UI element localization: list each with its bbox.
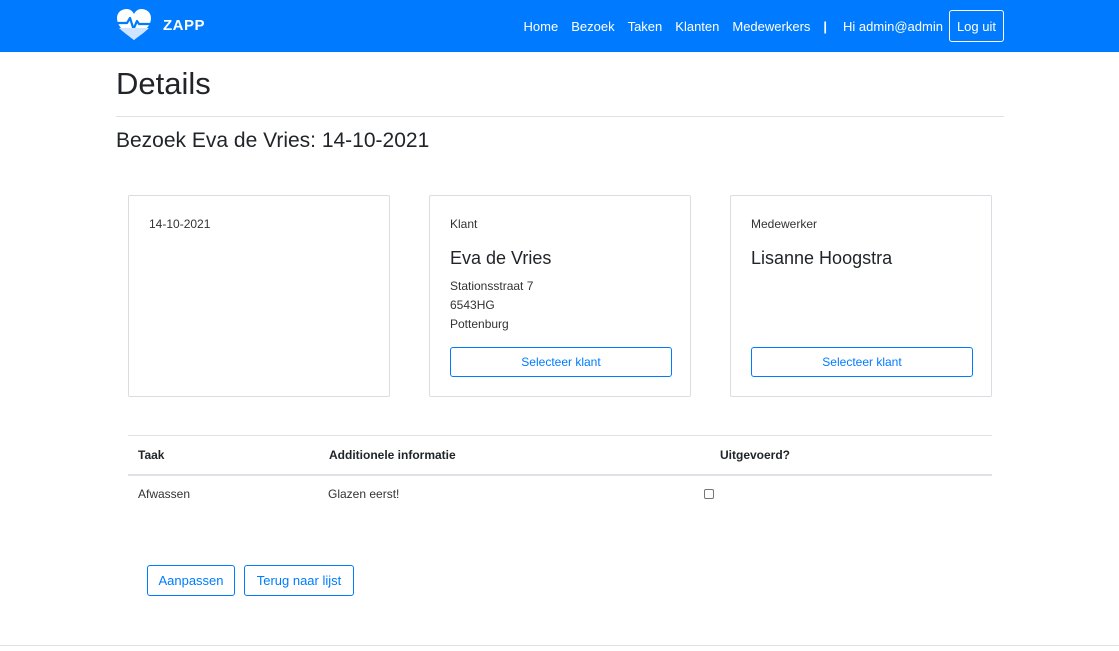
visit-subtitle: Bezoek Eva de Vries: 14-10-2021 (116, 129, 430, 152)
heart-pulse-icon (116, 8, 152, 42)
top-navbar: ZAPP Home Bezoek Taken Klanten Medewerke… (0, 0, 1119, 52)
nav-link-home[interactable]: Home (524, 19, 559, 34)
employee-label: Medewerker (751, 217, 818, 231)
column-header-task: Taak (138, 448, 165, 462)
client-city: Pottenburg (450, 317, 509, 331)
nav-link-klanten[interactable]: Klanten (675, 19, 719, 34)
employee-name: Lisanne Hoogstra (751, 248, 893, 268)
brand[interactable]: ZAPP (116, 7, 205, 43)
back-to-list-button[interactable]: Terug naar lijst (244, 565, 354, 596)
client-name: Eva de Vries (450, 248, 552, 268)
client-card: Klant Eva de Vries Stationsstraat 7 6543… (429, 195, 691, 397)
client-label: Klant (450, 217, 478, 231)
column-header-info: Additionele informatie (329, 448, 456, 462)
nav-link-medewerkers[interactable]: Medewerkers (732, 19, 810, 34)
page-title: Details (116, 66, 211, 101)
table-header-divider (128, 474, 992, 476)
nav-link-bezoek[interactable]: Bezoek (571, 19, 614, 34)
title-divider (116, 116, 1004, 117)
nav-link-taken[interactable]: Taken (628, 19, 663, 34)
info-cell: Glazen eerst! (328, 487, 400, 501)
logout-button[interactable]: Log uit (948, 10, 1004, 42)
date-card: 14-10-2021 (128, 195, 390, 397)
table-top-border (128, 435, 992, 436)
visit-date: 14-10-2021 (149, 217, 211, 231)
nav-separator: | (823, 18, 828, 34)
user-greeting: Hi admin@admin (843, 18, 943, 34)
nav-links: Home Bezoek Taken Klanten Medewerkers | … (524, 10, 1004, 42)
select-client-button[interactable]: Selecteer klant (450, 347, 672, 377)
edit-button[interactable]: Aanpassen (147, 565, 235, 596)
client-street: Stationsstraat 7 (450, 279, 534, 293)
task-cell: Afwassen (138, 487, 191, 501)
column-header-done: Uitgevoerd? (720, 448, 791, 462)
footer-divider (0, 645, 1119, 646)
client-postcode: 6543HG (450, 298, 495, 312)
select-employee-button[interactable]: Selecteer klant (751, 347, 973, 377)
brand-name: ZAPP (163, 16, 206, 34)
employee-card: Medewerker Lisanne Hoogstra Selecteer kl… (730, 195, 992, 397)
done-checkbox[interactable] (704, 489, 714, 499)
